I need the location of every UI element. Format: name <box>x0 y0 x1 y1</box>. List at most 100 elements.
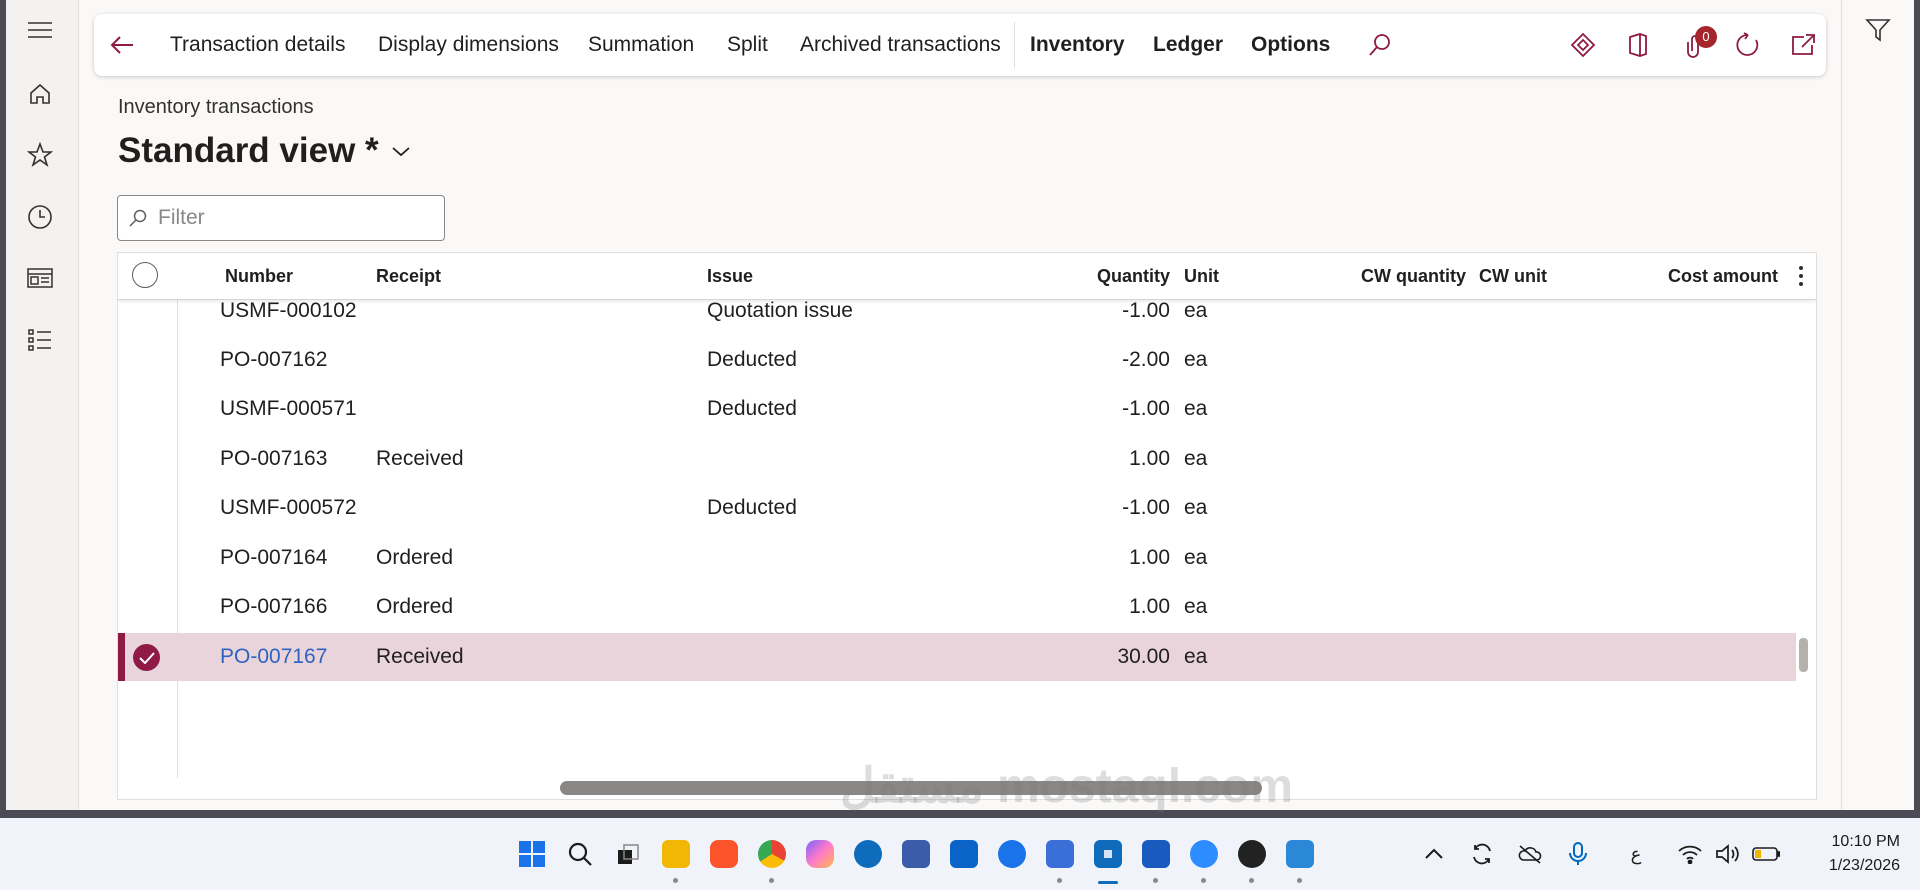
microphone-icon[interactable] <box>1564 840 1592 868</box>
quantity-cell: -1.00 <box>1122 397 1170 420</box>
windows-start-icon[interactable] <box>518 840 546 868</box>
display-dimensions-button[interactable]: Display dimensions <box>378 14 559 76</box>
volume-icon[interactable] <box>1714 840 1742 868</box>
recent-clock-icon[interactable] <box>24 201 56 233</box>
breadcrumb: Inventory transactions <box>118 96 314 118</box>
file-explorer-icon[interactable] <box>662 840 690 868</box>
input-language-indicator[interactable]: ع <box>1622 840 1650 868</box>
zoom-icon[interactable] <box>1190 840 1218 868</box>
column-header-quantity[interactable]: Quantity <box>1018 253 1170 299</box>
unit-cell: ea <box>1184 546 1208 569</box>
number-cell[interactable]: PO-007164 <box>220 534 327 582</box>
vertical-scrollbar-thumb[interactable] <box>1799 638 1808 672</box>
chevron-up-icon[interactable] <box>1420 840 1448 868</box>
filter-field[interactable] <box>117 195 445 241</box>
notepad-icon[interactable] <box>1046 840 1074 868</box>
onedrive-offline-icon[interactable] <box>1516 840 1544 868</box>
column-header-cw-quantity[interactable]: CW quantity <box>1318 253 1466 299</box>
more-options-icon[interactable] <box>1798 265 1804 292</box>
issue-cell: Deducted <box>707 397 797 420</box>
tab-inventory[interactable]: Inventory <box>1030 14 1125 76</box>
unit-cell: ea <box>1184 348 1208 371</box>
receipt-cell: Received <box>376 645 464 668</box>
column-header-number[interactable]: Number <box>225 253 293 299</box>
battery-icon[interactable] <box>1752 840 1780 868</box>
table-row[interactable]: USMF-000572 Deducted -1.00 ea <box>118 484 1796 532</box>
outlook-icon[interactable] <box>950 840 978 868</box>
office-icon[interactable] <box>1622 29 1654 61</box>
favorites-star-icon[interactable] <box>24 139 56 171</box>
running-indicator <box>1249 878 1254 883</box>
tab-options[interactable]: Options <box>1251 14 1330 76</box>
refresh-icon[interactable] <box>1732 29 1764 61</box>
edge-icon[interactable] <box>854 840 882 868</box>
task-view-icon[interactable] <box>614 840 642 868</box>
toolbar-divider <box>1014 22 1015 68</box>
back-arrow-icon[interactable] <box>106 29 138 61</box>
number-cell[interactable]: PO-007163 <box>220 435 327 483</box>
archived-transactions-button[interactable]: Archived transactions <box>800 14 1001 76</box>
number-cell[interactable]: USMF-000571 <box>220 385 357 433</box>
horizontal-scrollbar-thumb[interactable] <box>560 781 1262 795</box>
table-row[interactable]: PO-007164 Ordered 1.00 ea <box>118 534 1796 582</box>
search-icon[interactable] <box>1364 29 1396 61</box>
filter-funnel-icon[interactable] <box>1862 14 1894 46</box>
help-icon[interactable] <box>998 840 1026 868</box>
select-all-checkbox[interactable] <box>132 262 158 288</box>
running-indicator <box>1057 878 1062 883</box>
table-row-selected[interactable]: PO-007167 Received 30.00 ea <box>118 633 1796 681</box>
tab-ledger[interactable]: Ledger <box>1153 14 1223 76</box>
system-clock[interactable]: 10:10 PM 1/23/2026 <box>1829 830 1900 878</box>
workspaces-icon[interactable] <box>24 262 56 294</box>
view-selector[interactable]: Standard view * <box>118 131 411 171</box>
chrome-icon[interactable] <box>758 840 786 868</box>
number-cell[interactable]: USMF-000572 <box>220 484 357 532</box>
copilot-icon[interactable] <box>806 840 834 868</box>
column-header-cw-unit[interactable]: CW unit <box>1479 253 1547 299</box>
modules-list-icon[interactable] <box>24 324 56 356</box>
photos-icon[interactable] <box>1286 840 1314 868</box>
column-header-issue[interactable]: Issue <box>707 253 753 299</box>
unit-cell: ea <box>1184 595 1208 618</box>
clock-date: 1/23/2026 <box>1828 857 1900 874</box>
number-cell[interactable]: PO-007162 <box>220 336 327 384</box>
table-row[interactable]: PO-007166 Ordered 1.00 ea <box>118 583 1796 631</box>
app-window: Transaction details Display dimensions S… <box>6 0 1914 810</box>
search-icon[interactable] <box>566 840 594 868</box>
clock-time: 10:10 PM <box>1831 833 1900 850</box>
row-selected-check-icon[interactable] <box>133 644 160 671</box>
column-header-cost-amount[interactable]: Cost amount <box>1618 253 1778 299</box>
table-row[interactable]: PO-007162 Deducted -2.00 ea <box>118 336 1796 384</box>
attachments-count-badge: 0 <box>1695 26 1717 48</box>
brave-browser-icon[interactable] <box>710 840 738 868</box>
filter-input[interactable] <box>156 205 430 231</box>
column-header-receipt[interactable]: Receipt <box>376 253 441 299</box>
hamburger-menu-icon[interactable] <box>24 14 56 46</box>
number-cell-link[interactable]: PO-007167 <box>220 633 327 681</box>
split-button[interactable]: Split <box>727 14 768 76</box>
running-indicator <box>1201 878 1206 883</box>
power-apps-icon[interactable] <box>1567 29 1599 61</box>
column-header-unit[interactable]: Unit <box>1184 253 1219 299</box>
edge-active-icon[interactable] <box>1094 840 1122 868</box>
running-indicator <box>1297 878 1302 883</box>
sync-icon[interactable] <box>1468 840 1496 868</box>
open-in-new-window-icon[interactable] <box>1787 29 1819 61</box>
unit-cell: ea <box>1184 496 1208 519</box>
attachments-icon[interactable]: 0 <box>1677 26 1717 61</box>
obs-icon[interactable] <box>1238 840 1266 868</box>
wifi-icon[interactable] <box>1676 840 1704 868</box>
table-row[interactable]: PO-007163 Received 1.00 ea <box>118 435 1796 483</box>
home-icon[interactable] <box>24 78 56 110</box>
number-cell[interactable]: PO-007166 <box>220 583 327 631</box>
running-indicator <box>673 878 678 883</box>
issue-cell: Deducted <box>707 496 797 519</box>
word-icon[interactable] <box>1142 840 1170 868</box>
transaction-details-button[interactable]: Transaction details <box>170 14 345 76</box>
table-row[interactable]: USMF-000571 Deducted -1.00 ea <box>118 385 1796 433</box>
quantity-cell: 1.00 <box>1129 595 1170 618</box>
store-icon[interactable] <box>902 840 930 868</box>
search-icon <box>129 209 147 227</box>
taskbar: ع 10:10 PM 1/23/2026 <box>0 818 1920 890</box>
summation-button[interactable]: Summation <box>588 14 694 76</box>
